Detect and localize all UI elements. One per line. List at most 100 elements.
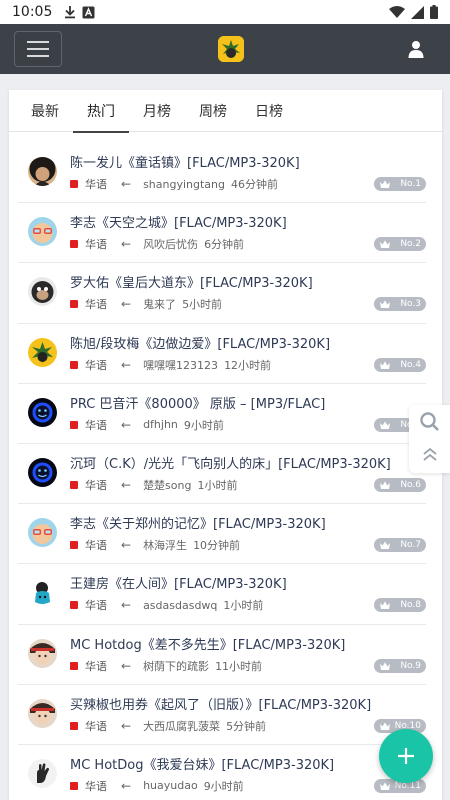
rank-label: No.8: [400, 600, 421, 611]
avatar-image: [28, 277, 57, 307]
song-language: 华语: [85, 719, 107, 733]
list-item[interactable]: PRC 巴音汗《80000》 原版 – [MP3/FLAC] 华语 ← dfhjhn 9…: [18, 384, 426, 444]
song-title[interactable]: MC Hotdog《差不多先生》[FLAC/MP3-320K]: [70, 634, 345, 653]
song-meta: 华语 ← 风吹后忧伤 6分钟前: [70, 236, 244, 252]
arrow-left-icon: ←: [121, 177, 132, 191]
scroll-top-icon[interactable]: [409, 439, 450, 473]
uploader-name[interactable]: shangyingtang: [143, 178, 225, 191]
list-item[interactable]: 陈旭/段玫梅《边做边爱》[FLAC/MP3-320K] 华语 ← 嘿嘿嘿123123 1…: [18, 324, 426, 384]
song-language: 华语: [85, 358, 107, 372]
crown-icon: [380, 240, 390, 249]
tab-monthly[interactable]: 月榜: [129, 90, 185, 132]
tab-hot[interactable]: 热门: [73, 90, 129, 133]
uploader-name[interactable]: 林海浮生: [143, 537, 187, 553]
song-title[interactable]: 李志《关于郑州的记忆》[FLAC/MP3-320K]: [70, 513, 326, 532]
list-item[interactable]: 王建房《在人间》[FLAC/MP3-320K] 华语 ← asdasdasdwq 1小时…: [18, 564, 426, 625]
song-title[interactable]: 买辣椒也用券《起风了（旧版）》[FLAC/MP3-320K]: [70, 694, 371, 713]
song-language: 华语: [85, 779, 107, 793]
list-item[interactable]: 罗大佑《皇后大道东》[FLAC/MP3-320K] 华语 ← 鬼来了 5小时前 No.3: [18, 263, 426, 324]
uploader-name[interactable]: 鬼来了: [143, 296, 176, 312]
song-meta: 华语 ← huayudao 9小时前: [70, 778, 244, 794]
app-bar: [0, 24, 450, 74]
avatar-image: [28, 578, 57, 608]
tab-latest[interactable]: 最新: [17, 90, 73, 132]
avatar[interactable]: [28, 457, 57, 487]
avatar[interactable]: [28, 638, 57, 668]
lang-dot: [70, 360, 78, 369]
crown-icon: [380, 722, 390, 730]
avatar[interactable]: [28, 157, 57, 186]
rank-badge: No.7: [374, 538, 426, 553]
crown-icon: [380, 481, 390, 489]
avatar[interactable]: [28, 397, 57, 427]
list-item[interactable]: MC HotDog《我爱台妹》[FLAC/MP3-320K] 华语 ← huayuda…: [18, 745, 426, 800]
song-title[interactable]: PRC 巴音汗《80000》 原版 – [MP3/FLAC]: [70, 393, 325, 412]
song-meta: 华语 ← asdasdasdwq 1小时前: [70, 597, 263, 613]
uploader-name[interactable]: 嘿嘿嘿123123: [143, 357, 218, 373]
upload-time: 10分钟前: [193, 539, 241, 553]
song-title[interactable]: 陈一发儿《童话镇》[FLAC/MP3-320K]: [70, 152, 300, 171]
song-title[interactable]: 沉珂（C.K）/光光「飞向别人的床」[FLAC/MP3-320K]: [70, 453, 391, 472]
uploader-name[interactable]: 大西瓜腐乳菠菜: [143, 718, 220, 734]
avatar-image: [28, 157, 57, 186]
avatar[interactable]: [28, 337, 57, 367]
uploader-name[interactable]: 树荫下的疏影: [143, 658, 209, 674]
list-item[interactable]: 李志《关于郑州的记忆》[FLAC/MP3-320K] 华语 ← 林海浮生 10分钟前 No…: [18, 504, 426, 565]
song-language: 华语: [85, 238, 107, 252]
crown-icon: [380, 782, 390, 790]
status-bar: 10:05: [0, 0, 450, 24]
tab-weekly[interactable]: 周榜: [185, 90, 241, 132]
search-icon[interactable]: [409, 405, 450, 439]
tab-bar: 最新 热门 月榜 周榜 日榜: [9, 90, 442, 133]
keyboard-a-icon: [82, 6, 95, 18]
song-title[interactable]: 李志《天空之城》[FLAC/MP3-320K]: [70, 212, 287, 231]
user-icon[interactable]: [408, 40, 424, 58]
list-item[interactable]: 李志《天空之城》[FLAC/MP3-320K] 华语 ← 风吹后忧伤 6分钟前 No.2: [18, 203, 426, 264]
song-meta: 华语 ← 楚楚song 1小时前: [70, 477, 237, 493]
list-item[interactable]: 陈一发儿《童话镇》[FLAC/MP3-320K] 华语 ← shangyingtang…: [18, 143, 426, 204]
upload-time: 6分钟前: [204, 238, 245, 252]
arrow-left-icon: ←: [121, 778, 132, 793]
song-title[interactable]: 罗大佑《皇后大道东》[FLAC/MP3-320K]: [70, 272, 313, 291]
list-item[interactable]: 买辣椒也用券《起风了（旧版）》[FLAC/MP3-320K] 华语 ← 大西瓜腐乳菠菜…: [18, 685, 426, 745]
list-item[interactable]: MC Hotdog《差不多先生》[FLAC/MP3-320K] 华语 ← 树荫下的疏影…: [18, 625, 426, 685]
song-title[interactable]: 陈旭/段玫梅《边做边爱》[FLAC/MP3-320K]: [70, 333, 330, 352]
rank-label: No.1: [400, 179, 421, 189]
list-item[interactable]: 沉珂（C.K）/光光「飞向别人的床」[FLAC/MP3-320K] 华语 ← 楚楚so…: [18, 444, 426, 505]
avatar-image: [28, 518, 57, 548]
tab-daily[interactable]: 日榜: [241, 90, 297, 132]
avatar[interactable]: [28, 217, 57, 247]
menu-button[interactable]: [14, 31, 62, 67]
song-language: 华语: [85, 178, 107, 191]
upload-time: 11小时前: [215, 659, 263, 673]
rank-label: No.6: [400, 479, 421, 490]
uploader-name[interactable]: huayudao: [143, 779, 198, 792]
song-language: 华语: [85, 418, 107, 432]
song-title[interactable]: 王建房《在人间》[FLAC/MP3-320K]: [70, 573, 287, 592]
crown-icon: [380, 662, 390, 670]
avatar[interactable]: [28, 277, 57, 307]
add-button[interactable]: [379, 729, 433, 783]
avatar[interactable]: [28, 578, 57, 608]
uploader-name[interactable]: 楚楚song: [143, 477, 191, 493]
arrow-left-icon: ←: [121, 417, 132, 432]
uploader-name[interactable]: dfhjhn: [143, 418, 178, 431]
arrow-left-icon: ←: [121, 297, 132, 312]
rank-label: No.7: [400, 540, 421, 551]
avatar-image: [28, 698, 57, 728]
uploader-name[interactable]: 风吹后忧伤: [143, 236, 198, 252]
uploader-name[interactable]: asdasdasdwq: [143, 599, 217, 612]
avatar-image: [28, 758, 57, 788]
avatar[interactable]: [28, 518, 57, 548]
arrow-left-icon: ←: [121, 538, 132, 553]
avatar[interactable]: [28, 758, 57, 788]
upload-time: 9小时前: [183, 418, 224, 432]
app-logo-icon[interactable]: [218, 36, 244, 62]
crown-icon: [380, 361, 390, 369]
crown-icon: [380, 180, 390, 188]
song-title[interactable]: MC HotDog《我爱台妹》[FLAC/MP3-320K]: [70, 754, 334, 773]
upload-time: 5小时前: [182, 298, 223, 312]
avatar[interactable]: [28, 698, 57, 728]
avatar-image: [28, 638, 57, 668]
crown-icon: [380, 541, 390, 550]
